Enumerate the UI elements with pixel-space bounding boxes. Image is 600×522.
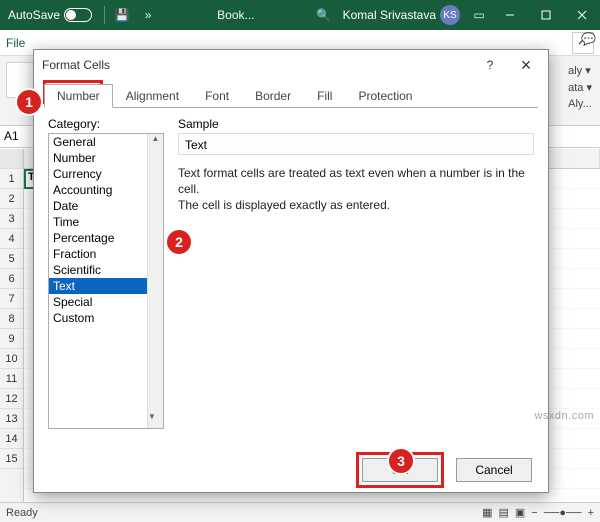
zoom-out-button[interactable]: − xyxy=(531,507,537,519)
autosave-toggle[interactable]: AutoSave xyxy=(0,8,100,22)
category-label: Category: xyxy=(48,117,164,131)
tab-fill[interactable]: Fill xyxy=(304,84,345,108)
tab-font[interactable]: Font xyxy=(192,84,242,108)
dialog-buttons: OK Cancel xyxy=(34,448,548,492)
cat-time[interactable]: Time xyxy=(49,214,163,230)
maximize-button[interactable] xyxy=(528,0,564,30)
ok-highlight: OK xyxy=(356,452,444,488)
data-group[interactable]: ata ▾ xyxy=(566,79,594,96)
user-name: Komal Srivastava xyxy=(343,8,436,22)
dialog-titlebar: Format Cells ? × xyxy=(34,50,548,80)
sample-label: Sample xyxy=(178,117,534,131)
dialog-help-button[interactable]: ? xyxy=(476,51,504,79)
zoom-in-button[interactable]: + xyxy=(588,507,594,519)
cat-text[interactable]: Text xyxy=(49,278,163,294)
cat-percentage[interactable]: Percentage xyxy=(49,230,163,246)
dialog-close-button[interactable]: × xyxy=(512,51,540,79)
format-description: Text format cells are treated as text ev… xyxy=(178,165,534,214)
scroll-up-icon[interactable]: ▲ xyxy=(148,134,163,150)
statusbar: Ready ▦ ▤ ▣ − ──●── + xyxy=(0,502,600,522)
more-qat-icon[interactable]: » xyxy=(135,8,161,22)
sample-preview: Text xyxy=(178,133,534,155)
select-all-corner[interactable] xyxy=(0,149,23,169)
cat-special[interactable]: Special xyxy=(49,294,163,310)
cat-custom[interactable]: Custom xyxy=(49,310,163,326)
titlebar: AutoSave 💾 » Book... 🔍 Komal Srivastava … xyxy=(0,0,600,30)
view-pagebreak-icon[interactable]: ▣ xyxy=(515,506,525,519)
search-icon[interactable]: 🔍 xyxy=(311,8,337,22)
ribbon-right: aly ▾ ata ▾ Aly... xyxy=(566,62,594,112)
dialog-tabs: Number Alignment Font Border Fill Protec… xyxy=(34,80,548,108)
autosave-label: AutoSave xyxy=(8,8,60,22)
format-cells-dialog: Format Cells ? × Number Alignment Font B… xyxy=(33,49,549,493)
zoom-slider[interactable]: ──●── xyxy=(544,507,582,519)
ok-button[interactable]: OK xyxy=(362,458,438,482)
toggle-icon xyxy=(64,8,92,22)
tab-number[interactable]: Number xyxy=(44,84,113,108)
row-headers[interactable]: 123 456 789 101112 131415 xyxy=(0,149,24,502)
save-icon[interactable]: 💾 xyxy=(109,8,135,22)
minimize-button[interactable] xyxy=(492,0,528,30)
cat-fraction[interactable]: Fraction xyxy=(49,246,163,262)
document-title: Book... xyxy=(161,8,311,22)
tab-alignment[interactable]: Alignment xyxy=(113,84,192,108)
dialog-title: Format Cells xyxy=(42,58,468,72)
analyze-group[interactable]: aly ▾ xyxy=(566,62,594,79)
comments-icon[interactable]: 💬 xyxy=(581,32,596,46)
category-list[interactable]: General Number Currency Accounting Date … xyxy=(48,133,164,429)
dialog-body: Category: General Number Currency Accoun… xyxy=(34,109,548,448)
tab-file[interactable]: File xyxy=(6,36,25,50)
scroll-down-icon[interactable]: ▼ xyxy=(148,412,156,428)
status-ready: Ready xyxy=(6,507,38,519)
cat-scientific[interactable]: Scientific xyxy=(49,262,163,278)
analysis-link[interactable]: Aly... xyxy=(566,96,594,112)
category-scrollbar[interactable]: ▲ ▼ xyxy=(147,134,163,428)
tab-border[interactable]: Border xyxy=(242,84,304,108)
cat-date[interactable]: Date xyxy=(49,198,163,214)
tab-protection[interactable]: Protection xyxy=(345,84,425,108)
cat-currency[interactable]: Currency xyxy=(49,166,163,182)
view-normal-icon[interactable]: ▦ xyxy=(482,506,492,519)
close-button[interactable] xyxy=(564,0,600,30)
cancel-button[interactable]: Cancel xyxy=(456,458,532,482)
cat-number[interactable]: Number xyxy=(49,150,163,166)
cat-general[interactable]: General xyxy=(49,134,163,150)
paste-icon[interactable] xyxy=(6,62,36,98)
ribbon-display-icon[interactable]: ▭ xyxy=(466,8,492,22)
avatar: KS xyxy=(440,5,460,25)
cat-accounting[interactable]: Accounting xyxy=(49,182,163,198)
view-pagelayout-icon[interactable]: ▤ xyxy=(498,506,508,519)
account-menu[interactable]: Komal Srivastava KS xyxy=(337,5,466,25)
watermark: wsxdn.com xyxy=(534,410,594,422)
